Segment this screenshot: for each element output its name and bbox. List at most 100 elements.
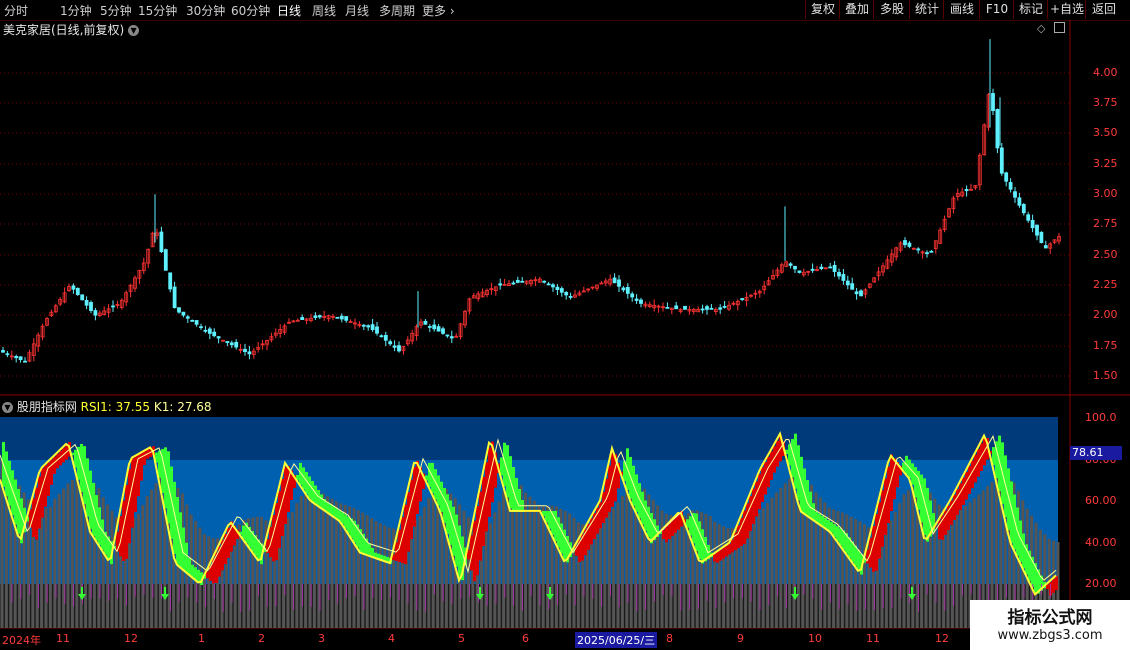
- trend-fill: [626, 448, 629, 490]
- period-tab-15min[interactable]: 15分钟: [138, 2, 177, 19]
- candlestick: [639, 297, 643, 308]
- histogram-bar: [145, 496, 149, 628]
- candlestick: [643, 301, 648, 309]
- histogram-bar: [713, 521, 717, 628]
- histogram-bar: [348, 506, 352, 628]
- histogram-bar: [440, 489, 444, 628]
- mark-button[interactable]: 标记: [1013, 0, 1048, 19]
- histogram-bar: [928, 492, 932, 628]
- trend-fill: [707, 544, 710, 560]
- price-tick: 2.50: [1093, 248, 1118, 261]
- candlestick: [467, 297, 472, 315]
- trend-fill: [488, 447, 491, 517]
- trend-fill: [140, 453, 143, 481]
- window-toggle-icon[interactable]: [1054, 22, 1065, 33]
- histogram-bar: [264, 520, 268, 628]
- candlestick: [1039, 231, 1044, 244]
- candlestick: [339, 313, 344, 323]
- back-button[interactable]: 返回: [1085, 0, 1122, 19]
- trend-fill: [1034, 563, 1037, 594]
- trend-fill: [311, 480, 314, 503]
- candlestick: [185, 314, 190, 323]
- histogram-bar: [352, 507, 356, 628]
- title-dropdown-icon[interactable]: ▼: [128, 25, 140, 36]
- period-tab-daily[interactable]: 日线: [277, 2, 301, 19]
- indicator-name[interactable]: 股朋指标网: [17, 400, 77, 414]
- trend-fill: [800, 456, 803, 512]
- period-tab-5min[interactable]: 5分钟: [100, 2, 132, 19]
- candlestick: [515, 276, 520, 284]
- multi-stock-button[interactable]: 多股: [873, 0, 910, 19]
- histogram-bar: [642, 488, 646, 628]
- histogram-bar: [449, 493, 453, 628]
- trend-fill: [71, 452, 74, 456]
- trend-fill: [335, 508, 338, 519]
- candlestick: [1026, 211, 1031, 223]
- overlay-button[interactable]: 叠加: [839, 0, 874, 19]
- histogram-bar: [273, 526, 277, 628]
- histogram-bar: [924, 486, 928, 628]
- trend-fill: [920, 474, 923, 523]
- candlestick: [823, 267, 828, 270]
- histogram-bar: [669, 515, 673, 628]
- rsi-value: RSI1: 37.55: [80, 400, 151, 414]
- period-tab-60min[interactable]: 60分钟: [231, 2, 270, 19]
- candlestick: [84, 296, 89, 310]
- candlestick: [62, 287, 67, 304]
- candlestick: [608, 274, 613, 287]
- histogram-bar: [519, 485, 523, 628]
- trend-fill: [719, 549, 722, 561]
- histogram-bar: [238, 524, 242, 628]
- candlestick: [375, 322, 379, 336]
- histogram-bar: [378, 523, 382, 628]
- histogram-bar: [114, 516, 118, 628]
- trend-fill: [167, 451, 170, 524]
- histogram-bar: [612, 508, 616, 628]
- candlestick: [207, 326, 212, 340]
- histogram-bar: [572, 517, 576, 628]
- chart-canvas: [0, 20, 1130, 629]
- histogram-bar: [409, 524, 413, 628]
- trend-fill: [338, 510, 341, 521]
- period-tab-more[interactable]: 更多 ›: [422, 2, 455, 19]
- candlestick: [986, 92, 991, 132]
- f10-button[interactable]: F10: [979, 0, 1014, 19]
- trend-fill: [380, 554, 383, 561]
- draw-line-button[interactable]: 画线: [943, 0, 980, 19]
- diamond-icon[interactable]: ◇: [1037, 22, 1045, 35]
- trend-fill: [344, 514, 347, 529]
- histogram-bar: [172, 482, 176, 628]
- candlestick: [53, 303, 58, 313]
- watermark-title: 指标公式网: [1007, 608, 1093, 628]
- histogram-bar: [748, 520, 752, 628]
- buy-arrow-icon: [546, 587, 554, 600]
- histogram-bar: [532, 500, 536, 628]
- histogram-bar: [827, 507, 831, 628]
- period-tab-monthly[interactable]: 月线: [345, 2, 369, 19]
- fuquan-button[interactable]: 复权: [805, 0, 840, 19]
- add-watchlist-button[interactable]: +自选: [1047, 0, 1086, 19]
- trend-fill: [884, 478, 887, 535]
- histogram-bar: [770, 497, 774, 628]
- histogram-bar: [229, 533, 233, 628]
- candlestick: [119, 298, 124, 310]
- trend-fill: [656, 525, 659, 537]
- trend-fill: [404, 504, 407, 565]
- band-mid: [0, 460, 1058, 584]
- period-tab-multi[interactable]: 多周期: [379, 2, 415, 19]
- trend-fill: [887, 466, 890, 524]
- histogram-bar: [937, 504, 941, 628]
- histogram-bar: [246, 518, 250, 628]
- indicator-dropdown-icon[interactable]: ▼: [2, 402, 13, 413]
- histogram-bar: [321, 493, 325, 628]
- candlestick: [322, 310, 327, 321]
- period-tab-1min[interactable]: 1分钟: [60, 2, 92, 19]
- period-tab-fenshi[interactable]: 分时: [4, 2, 28, 19]
- histogram-bar: [810, 484, 814, 628]
- period-tab-weekly[interactable]: 周线: [312, 2, 336, 19]
- histogram-bar: [620, 495, 624, 628]
- trend-fill: [32, 498, 35, 537]
- histogram-bar: [387, 527, 391, 628]
- stats-button[interactable]: 统计: [909, 0, 944, 19]
- period-tab-30min[interactable]: 30分钟: [186, 2, 225, 19]
